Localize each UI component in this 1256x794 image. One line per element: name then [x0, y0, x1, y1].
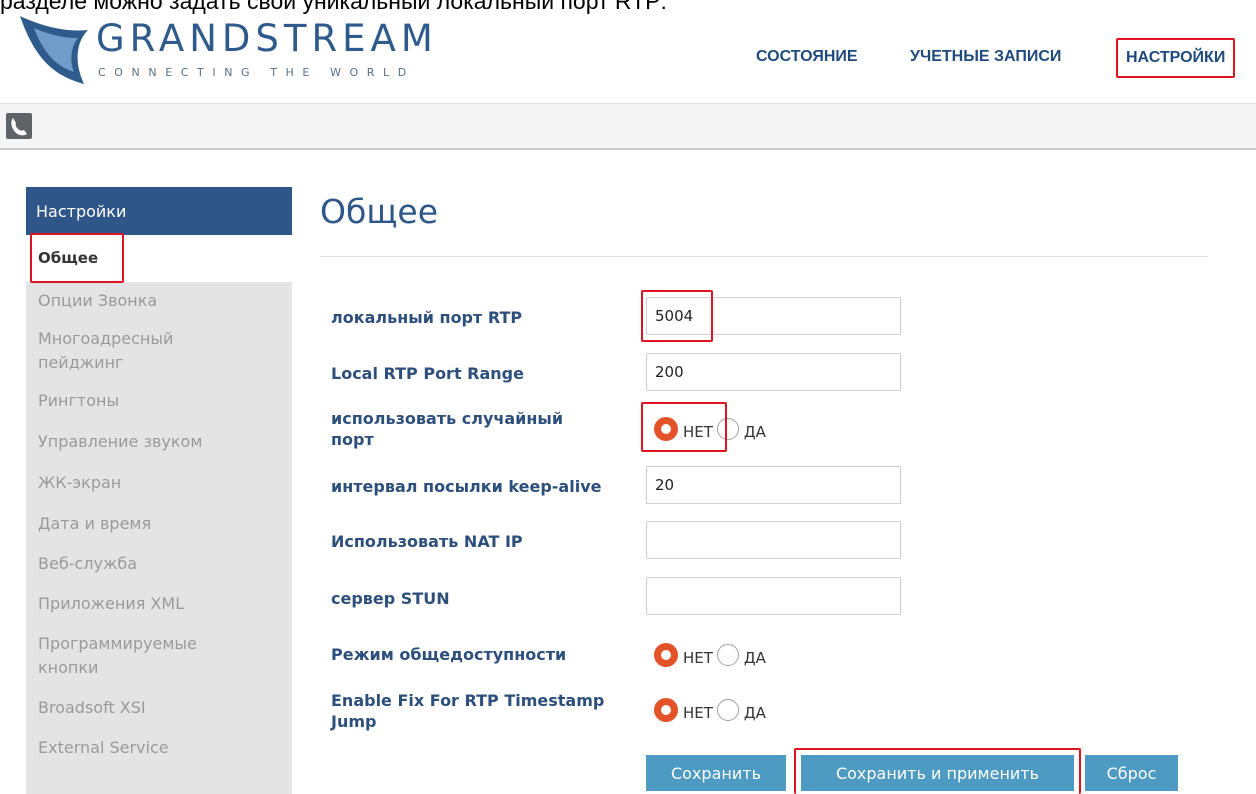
highlight-rtp-port-box	[641, 290, 713, 342]
sidebar-item-xml-apps[interactable]: Приложения XML	[26, 592, 292, 616]
title-divider	[320, 256, 1208, 257]
stun-input[interactable]	[646, 577, 901, 615]
save-button[interactable]: Сохранить	[646, 755, 786, 791]
grandstream-logo: GRANDSTREAM CONNECTING THE WORLD	[16, 14, 496, 94]
phone-handset-glyph	[11, 118, 27, 136]
rtp-port-label: локальный порт RTP	[331, 308, 523, 327]
nav-settings-link[interactable]: НАСТРОЙКИ	[1116, 38, 1236, 78]
toolbar	[0, 103, 1256, 150]
sidebar-item-web-service[interactable]: Веб-служба	[26, 552, 292, 576]
sidebar-item-ringtones[interactable]: Рингтоны	[26, 389, 292, 413]
rtp-timestamp-fix-yes-radio[interactable]	[716, 699, 739, 721]
public-mode-yes-label: ДА	[743, 649, 766, 667]
stun-label: сервер STUN	[331, 589, 450, 608]
sidebar-item-external-service[interactable]: External Service	[26, 736, 292, 760]
rtp-timestamp-fix-yes-label: ДА	[743, 704, 766, 722]
rtp-timestamp-fix-radio-group: НЕТ ДА	[654, 695, 770, 725]
keepalive-input[interactable]	[646, 466, 901, 504]
grandstream-logo-mark-icon	[20, 16, 88, 84]
phone-handset-icon[interactable]	[6, 113, 32, 139]
sidebar-item-programmable-keys[interactable]: Программируемые кнопки	[26, 632, 292, 680]
sidebar-item-date-time[interactable]: Дата и время	[26, 512, 292, 536]
public-mode-label: Режим общедоступности	[331, 645, 567, 664]
highlight-save-apply-box	[794, 748, 1081, 794]
logo-tagline: CONNECTING THE WORLD	[98, 66, 415, 79]
public-mode-yes-radio[interactable]	[716, 644, 739, 666]
page-caption: разделе можно задать свой уникальный лок…	[0, 0, 667, 14]
sidebar-item-lcd[interactable]: ЖК-экран	[26, 471, 292, 495]
nat-ip-input[interactable]	[646, 521, 901, 559]
sidebar-header: Настройки	[26, 187, 292, 235]
rtp-timestamp-fix-no-label: НЕТ	[683, 704, 713, 722]
keepalive-label: интервал посылки keep-alive	[331, 477, 602, 496]
nat-ip-label: Использовать NAT IP	[331, 532, 523, 551]
public-mode-radio-group: НЕТ ДА	[654, 640, 770, 670]
rtp-timestamp-fix-no-radio[interactable]	[654, 698, 678, 722]
sidebar-item-multicast-paging[interactable]: Многоадресный пейджинг	[26, 327, 292, 375]
random-port-label: использовать случайный порт	[331, 409, 564, 449]
sidebar-item-call-options[interactable]: Опции Звонка	[26, 289, 292, 313]
nav-status-link[interactable]: СОСТОЯНИЕ	[756, 48, 858, 66]
rtp-range-label: Local RTP Port Range	[331, 364, 524, 383]
highlight-random-port-box	[641, 402, 727, 452]
sidebar-item-audio-control[interactable]: Управление звуком	[26, 430, 292, 454]
public-mode-no-label: НЕТ	[683, 649, 713, 667]
nav-accounts-link[interactable]: УЧЕТНЫЕ ЗАПИСИ	[910, 48, 1061, 66]
highlight-general-box	[30, 233, 124, 283]
random-port-yes-label: ДА	[743, 423, 766, 441]
logo-wordmark: GRANDSTREAM	[96, 17, 438, 60]
rtp-range-input[interactable]	[646, 353, 901, 391]
page-title: Общее	[320, 192, 439, 231]
reset-button[interactable]: Сброс	[1085, 755, 1178, 791]
rtp-timestamp-fix-label: Enable Fix For RTP Timestamp Jump	[331, 691, 605, 731]
sidebar-item-broadsoft-xsi[interactable]: Broadsoft XSI	[26, 696, 292, 720]
public-mode-no-radio[interactable]	[654, 643, 678, 667]
